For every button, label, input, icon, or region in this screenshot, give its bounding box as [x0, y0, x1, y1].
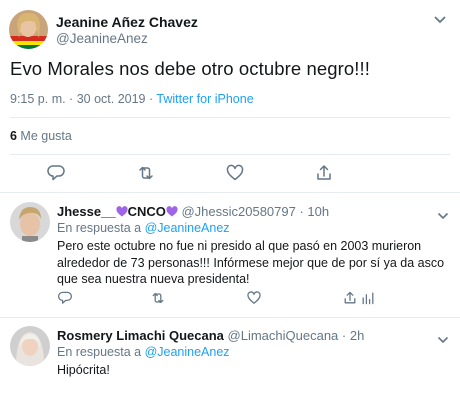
replying-to-label: En respuesta a — [57, 345, 145, 359]
replying-to-link[interactable]: @JeanineAnez — [145, 345, 230, 359]
reply-text: Pero este octubre no fue ni presido al q… — [57, 239, 445, 286]
avatar[interactable] — [10, 202, 50, 242]
chevron-down-icon[interactable] — [433, 12, 447, 24]
avatar[interactable] — [10, 326, 50, 366]
divider — [10, 117, 450, 118]
like-icon[interactable] — [225, 163, 245, 183]
replying-to-link[interactable]: @JeanineAnez — [145, 221, 230, 235]
chevron-down-icon[interactable] — [437, 331, 449, 344]
tweet-text: Evo Morales nos debe otro octubre negro!… — [10, 58, 371, 79]
reply-author-name[interactable]: Jhesse__ CNCO — [57, 204, 178, 219]
author-name-part: CNCO — [127, 204, 166, 219]
author-name-part: Jhesse__ — [57, 204, 116, 219]
main-tweet: Jeanine Añez Chavez @JeanineAnez Evo Mor… — [0, 0, 460, 193]
reply-header: Rosmery Limachi Quecana @LimachiQuecana … — [57, 328, 364, 343]
purple-heart-icon — [115, 205, 128, 217]
chart-icon[interactable] — [360, 290, 376, 306]
reply-handle-time[interactable]: @Jhessic20580797 · 10h — [181, 204, 329, 219]
reply-actions — [0, 290, 460, 308]
likes-number: 6 — [10, 129, 17, 143]
likes-count[interactable]: 6 Me gusta — [10, 129, 72, 143]
reply-header: Jhesse__ CNCO @Jhessic20580797 · 10h — [57, 204, 329, 219]
likes-label: Me gusta — [16, 129, 72, 143]
retweet-icon[interactable] — [150, 290, 166, 306]
reply-text: Hipócrita! — [57, 363, 110, 377]
share-icon[interactable] — [342, 290, 358, 306]
purple-heart-icon — [166, 205, 178, 217]
replying-to: En respuesta a @JeanineAnez — [57, 345, 230, 359]
reply-tweet[interactable]: Rosmery Limachi Quecana @LimachiQuecana … — [0, 318, 460, 404]
chevron-down-icon[interactable] — [437, 207, 449, 220]
tweet-actions — [0, 163, 460, 187]
share-icon[interactable] — [314, 163, 334, 183]
reply-author-name[interactable]: Rosmery Limachi Quecana — [57, 328, 224, 343]
replying-to: En respuesta a @JeanineAnez — [57, 221, 230, 235]
like-icon[interactable] — [246, 290, 262, 306]
divider — [10, 154, 450, 155]
tweet-source-link[interactable]: Twitter for iPhone — [156, 92, 253, 106]
reply-tweet[interactable]: Jhesse__ CNCO @Jhessic20580797 · 10h En r… — [0, 194, 460, 318]
reply-icon[interactable] — [57, 290, 73, 306]
reply-handle-time[interactable]: @LimachiQuecana · 2h — [228, 328, 365, 343]
replying-to-label: En respuesta a — [57, 221, 145, 235]
author-handle[interactable]: @JeanineAnez — [56, 31, 148, 46]
tweet-meta: 9:15 p. m. · 30 oct. 2019 · Twitter for … — [10, 92, 254, 106]
retweet-icon[interactable] — [136, 163, 156, 183]
reply-icon[interactable] — [46, 163, 66, 183]
avatar[interactable] — [9, 10, 48, 49]
tweet-timestamp[interactable]: 9:15 p. m. · 30 oct. 2019 · — [10, 92, 156, 106]
author-name[interactable]: Jeanine Añez Chavez — [56, 14, 198, 30]
